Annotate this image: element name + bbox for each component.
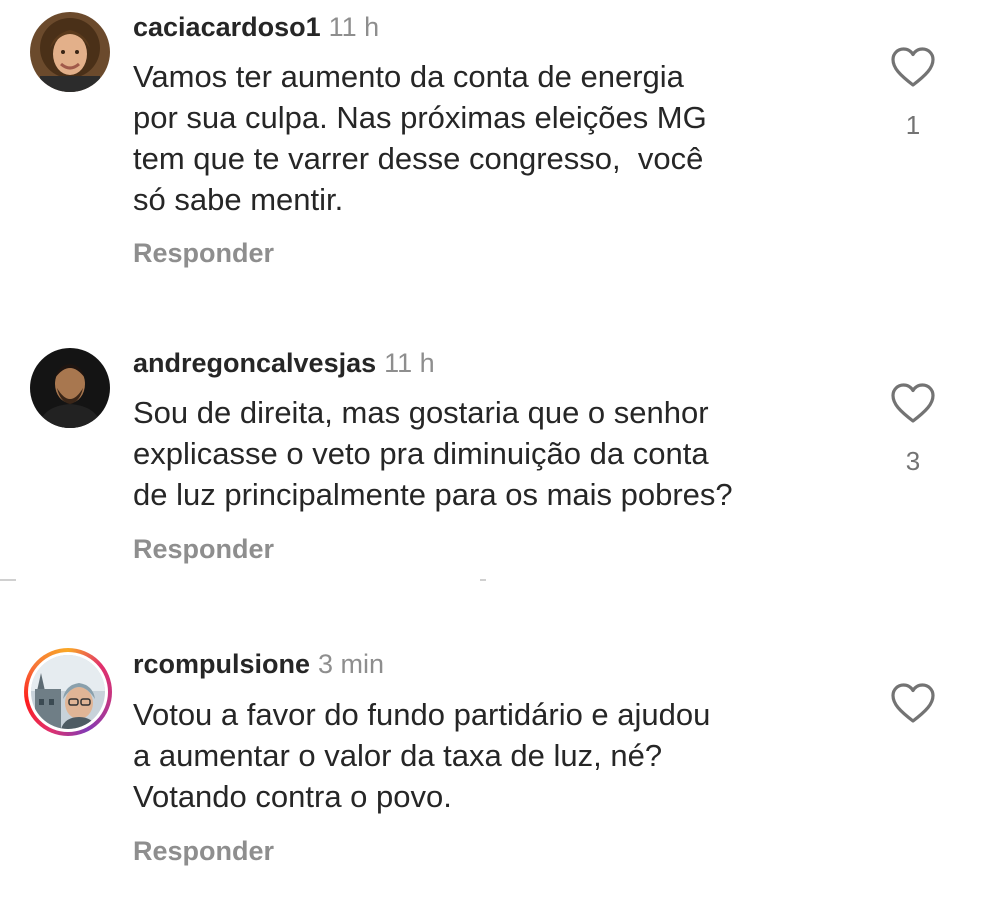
avatar[interactable] xyxy=(30,12,110,92)
avatar xyxy=(31,655,105,729)
comment-text: Votou a favor do fundo partidário e ajud… xyxy=(133,694,833,817)
like-count: 1 xyxy=(905,110,921,140)
comment-text: Vamos ter aumento da conta de energia po… xyxy=(133,56,833,220)
comment-line: Sou de direita, mas gostaria que o senho… xyxy=(133,395,709,430)
profile-photo-woman-icon xyxy=(30,12,110,92)
avatar[interactable] xyxy=(30,348,110,428)
comment-line: tem que te varrer desse congresso, você xyxy=(133,141,704,176)
heart-outline-icon xyxy=(891,47,935,87)
comment-header: caciacardoso1 11 h xyxy=(133,11,379,43)
comment-header: rcompulsione 3 min xyxy=(133,648,384,680)
comment-line: Vamos ter aumento da conta de energia xyxy=(133,59,684,94)
heart-outline-icon xyxy=(891,383,935,423)
comment-line: só sabe mentir. xyxy=(133,182,344,217)
comment-line: de luz principalmente para os mais pobre… xyxy=(133,477,733,512)
profile-photo-man-icon xyxy=(30,348,110,428)
username[interactable]: rcompulsione xyxy=(133,649,310,679)
story-ring-avatar[interactable] xyxy=(24,648,112,736)
divider xyxy=(0,579,984,581)
comment-line: a aumentar o valor da taxa de luz, né? xyxy=(133,738,663,773)
like-button[interactable] xyxy=(890,682,936,724)
like-button[interactable] xyxy=(890,382,936,424)
heart-outline-icon xyxy=(891,683,935,723)
timestamp: 11 h xyxy=(384,348,435,378)
comment-line: Votando contra o povo. xyxy=(133,779,452,814)
profile-photo-story-ring-icon xyxy=(31,655,105,729)
reply-button[interactable]: Responder xyxy=(133,534,274,565)
username[interactable]: andregoncalvesjas xyxy=(133,348,376,378)
comment-header: andregoncalvesjas 11 h xyxy=(133,347,435,379)
comment-text: Sou de direita, mas gostaria que o senho… xyxy=(133,392,833,515)
username[interactable]: caciacardoso1 xyxy=(133,12,321,42)
like-count: 3 xyxy=(905,446,921,476)
comment-line: Votou a favor do fundo partidário e ajud… xyxy=(133,697,711,732)
like-button[interactable] xyxy=(890,46,936,88)
reply-button[interactable]: Responder xyxy=(133,836,274,867)
reply-button[interactable]: Responder xyxy=(133,238,274,269)
comment-line: explicasse o veto pra diminuição da cont… xyxy=(133,436,709,471)
timestamp: 3 min xyxy=(318,649,385,679)
comment-line: por sua culpa. Nas próximas eleições MG xyxy=(133,100,707,135)
timestamp: 11 h xyxy=(328,12,380,42)
